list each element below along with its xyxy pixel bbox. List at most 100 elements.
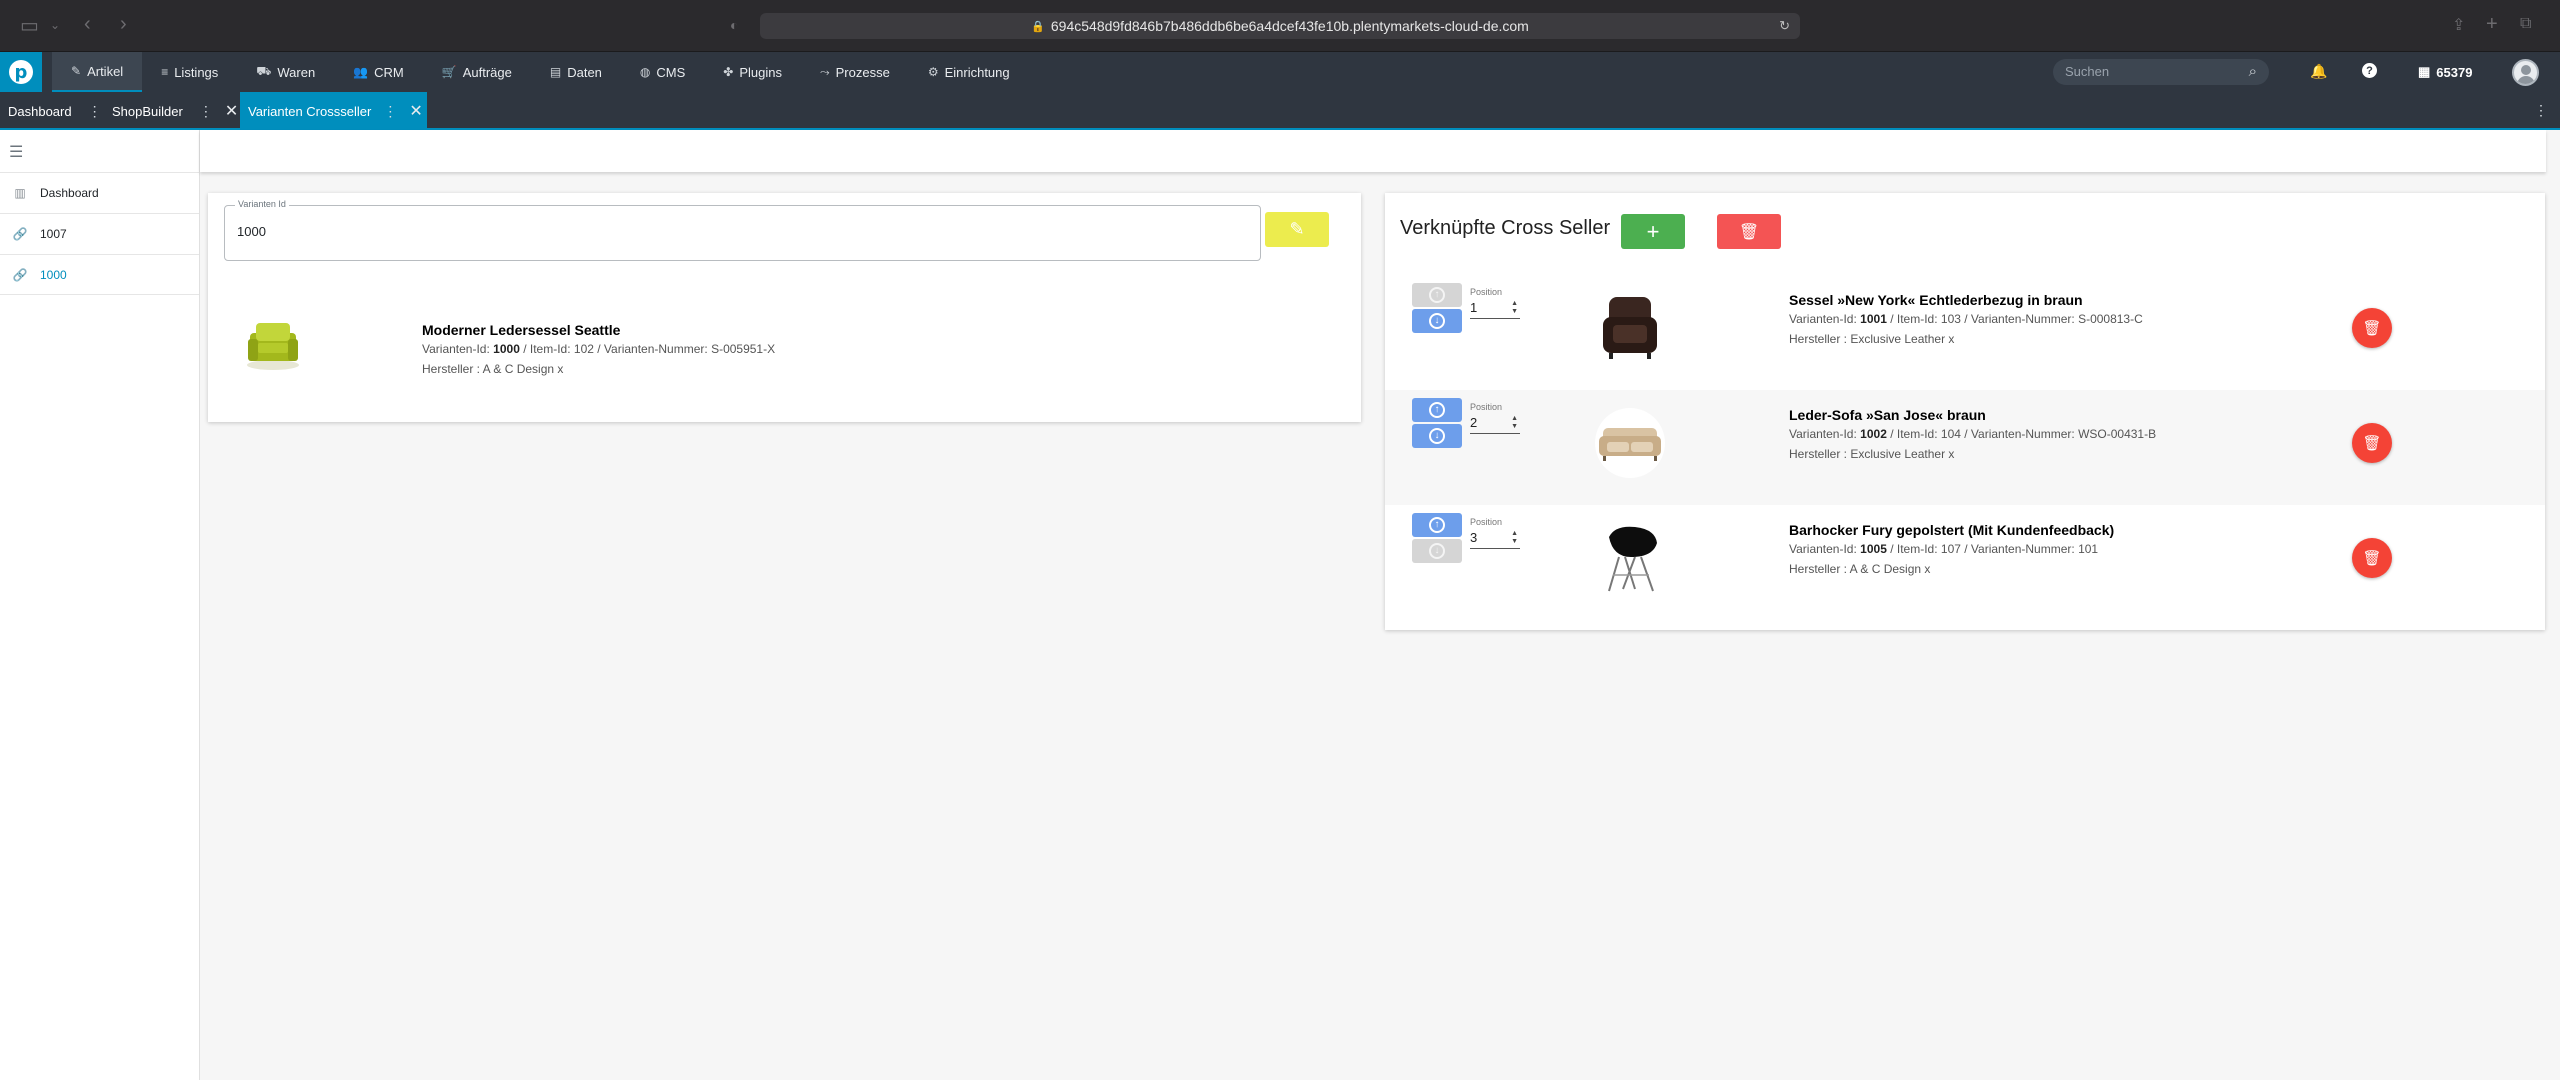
more-vertical-icon[interactable]: ⋮ — [383, 103, 397, 120]
delete-crossseller-button[interactable]: 🗑 — [2352, 538, 2392, 578]
help-button[interactable]: ? — [2362, 63, 2377, 78]
share-icon[interactable]: ⇪ — [2452, 15, 2465, 35]
variant-id-input[interactable] — [237, 224, 1137, 239]
bell-icon[interactable]: 🔔 — [2310, 63, 2327, 80]
move-up-button[interactable]: ↑ — [1412, 283, 1462, 307]
nav-item-label: CRM — [374, 64, 404, 80]
tab-label: Varianten Crossseller — [248, 103, 372, 119]
variant-id-caption: Varianten-Id: — [422, 342, 490, 356]
variant-card: Varianten Id ✎ Moderner Ledersessel Seat… — [208, 193, 1361, 422]
nav-item-daten[interactable]: ▤ Daten — [531, 52, 621, 92]
product-meta: Varianten-Id: 1000 / Item-Id: 102 / Vari… — [422, 342, 775, 356]
tab-dashboard[interactable]: Dashboard ⋮ — [0, 92, 104, 130]
more-vertical-icon[interactable]: ⋮ — [88, 103, 102, 120]
nav-menu: ✎ Artikel ≡ Listings ⛟ Waren 👥 CRM 🛒 Aufträge ▤ Dat… — [52, 52, 1029, 92]
nav-item-artikel[interactable]: ✎ Artikel — [52, 52, 143, 92]
move-up-button[interactable]: ↑ — [1412, 398, 1462, 422]
sidebar: ☰ ▥ Dashboard 🔗 1007 🔗 1000 — [0, 130, 200, 1080]
trash-icon: 🗑 — [2362, 320, 2382, 337]
search-input[interactable] — [2065, 64, 2225, 79]
menu-icon[interactable]: ☰ — [9, 142, 23, 162]
crossseller-manufacturer: Hersteller : Exclusive Leather x — [1789, 447, 1955, 461]
nav-item-auftr-ge[interactable]: 🛒 Aufträge — [423, 52, 531, 92]
new-tab-icon[interactable]: + — [2486, 13, 2498, 36]
logo-mark-icon: p — [9, 60, 33, 84]
sidebar-item-1007[interactable]: 🔗 1007 — [0, 213, 199, 254]
privacy-shield-icon[interactable]: ◐ — [730, 17, 738, 33]
delete-crossseller-button[interactable]: 🗑 — [2352, 423, 2392, 463]
nav-item-waren[interactable]: ⛟ Waren — [237, 52, 334, 92]
variant-id-field[interactable]: Varianten Id — [224, 199, 1261, 261]
tab-label: ShopBuilder — [112, 103, 183, 119]
crossseller-meta: Varianten-Id: 1005 / Item-Id: 107 / Vari… — [1789, 542, 2098, 556]
position-input[interactable]: 2 ▲ ▼ — [1470, 412, 1520, 434]
plentymarkets-logo[interactable]: p — [0, 52, 42, 92]
tab-varianten-crossseller[interactable]: Varianten Crossseller ⋮ ✕ — [240, 92, 427, 130]
position-input[interactable]: 1 ▲ ▼ — [1470, 297, 1520, 319]
back-icon[interactable]: ‹ — [84, 13, 91, 36]
nav-item-label: Prozesse — [835, 64, 890, 80]
chevron-down-icon[interactable]: ⌄ — [50, 18, 60, 32]
nav-item-label: Artikel — [87, 63, 124, 79]
tab-options-icon[interactable]: ⋮ — [2534, 102, 2548, 119]
stepper-icon[interactable]: ▲ ▼ — [1511, 530, 1518, 546]
url-text: 694c548d9fd846b7b486ddb6be6a4dcef43fe10b… — [1050, 18, 1529, 34]
nav-item-label: CMS — [656, 64, 686, 80]
variant-id-label: Varianten Id — [235, 199, 289, 209]
crossseller-row: ↑ ↓ Position 1 ▲ ▼ Sessel »New York« Echtl… — [1385, 275, 2545, 390]
lock-icon: 🔒 — [1031, 20, 1045, 33]
trash-icon: 🗑 — [1738, 223, 1760, 241]
position-value: 1 — [1470, 300, 1478, 315]
nav-item-cms[interactable]: ◍ CMS — [621, 52, 704, 92]
nav-item-plugins[interactable]: ✤ Plugins — [704, 52, 801, 92]
account-switch[interactable]: ▦ 65379 — [2418, 64, 2472, 80]
nav-item-label: Listings — [174, 64, 219, 80]
search-box[interactable]: ⌕ — [2053, 59, 2269, 85]
sidebar-item-dashboard[interactable]: ▥ Dashboard — [0, 172, 199, 213]
tab-bar: Dashboard ⋮ ShopBuilder ⋮ ✕ Varianten Cr… — [0, 92, 2560, 130]
nav-item-label: Waren — [277, 64, 316, 80]
crossseller-meta: Varianten-Id: 1001 / Item-Id: 103 / Vari… — [1789, 312, 2143, 326]
trash-icon: 🗑 — [2362, 550, 2382, 567]
sidebar-item-1000[interactable]: 🔗 1000 — [0, 254, 199, 295]
nav-item-crm[interactable]: 👥 CRM — [334, 52, 423, 92]
add-crossseller-button[interactable]: + — [1621, 214, 1685, 249]
close-icon[interactable]: ✕ — [409, 101, 422, 121]
arrow-up-icon: ↑ — [1429, 517, 1445, 533]
stepper-icon[interactable]: ▲ ▼ — [1511, 415, 1518, 431]
search-icon[interactable]: ⌕ — [2249, 63, 2257, 80]
move-down-button[interactable]: ↓ — [1412, 309, 1462, 333]
move-up-button[interactable]: ↑ — [1412, 513, 1462, 537]
tag-icon: ✎ — [71, 64, 82, 78]
forward-icon[interactable]: › — [120, 13, 127, 36]
close-icon[interactable]: ✕ — [225, 101, 238, 121]
move-down-button[interactable]: ↓ — [1412, 424, 1462, 448]
tab-shopbuilder[interactable]: ShopBuilder ⋮ ✕ — [104, 92, 240, 130]
nav-item-listings[interactable]: ≡ Listings — [142, 52, 237, 92]
position-input[interactable]: 3 ▲ ▼ — [1470, 527, 1520, 549]
edit-button[interactable]: ✎ — [1265, 212, 1329, 247]
link-icon: 🔗 — [12, 227, 28, 241]
product-manufacturer: Hersteller : A & C Design x — [422, 362, 564, 376]
move-down-button[interactable]: ↓ — [1412, 539, 1462, 563]
variant-id-caption: Varianten-Id: — [1789, 427, 1857, 441]
more-vertical-icon[interactable]: ⋮ — [199, 103, 213, 120]
position-value: 2 — [1470, 415, 1478, 430]
address-bar[interactable]: 🔒 694c548d9fd846b7b486ddb6be6a4dcef43fe1… — [760, 13, 1800, 39]
item-details: / Item-Id: 104 / Varianten-Nummer: WSO-0… — [1890, 427, 2157, 441]
sidebar-toggle-icon[interactable]: ▭ — [20, 13, 39, 38]
tab-overview-icon[interactable]: ⧉ — [2520, 15, 2531, 33]
nav-item-einrichtung[interactable]: ⚙ Einrichtung — [909, 52, 1029, 92]
delete-crossseller-button[interactable]: 🗑 — [2352, 308, 2392, 348]
main-navigation: p ✎ Artikel ≡ Listings ⛟ Waren 👥 CRM 🛒 Aufträge ▤ D… — [0, 52, 2560, 92]
nav-item-prozesse[interactable]: ⤳ Prozesse — [801, 52, 909, 92]
delete-all-button[interactable]: 🗑 — [1717, 214, 1781, 249]
stepper-icon[interactable]: ▲ ▼ — [1511, 300, 1518, 316]
puzzle-icon: ✤ — [723, 65, 734, 79]
reload-icon[interactable]: ↻ — [1779, 18, 1790, 34]
crossseller-manufacturer: Hersteller : Exclusive Leather x — [1789, 332, 1955, 346]
nav-item-label: Plugins — [739, 64, 782, 80]
browser-toolbar: ▭ ⌄ ‹ › ◐ 🔒 694c548d9fd846b7b486ddb6be6a… — [0, 0, 2560, 52]
avatar[interactable] — [2512, 59, 2539, 86]
variant-id-value: 1002 — [1860, 427, 1887, 441]
